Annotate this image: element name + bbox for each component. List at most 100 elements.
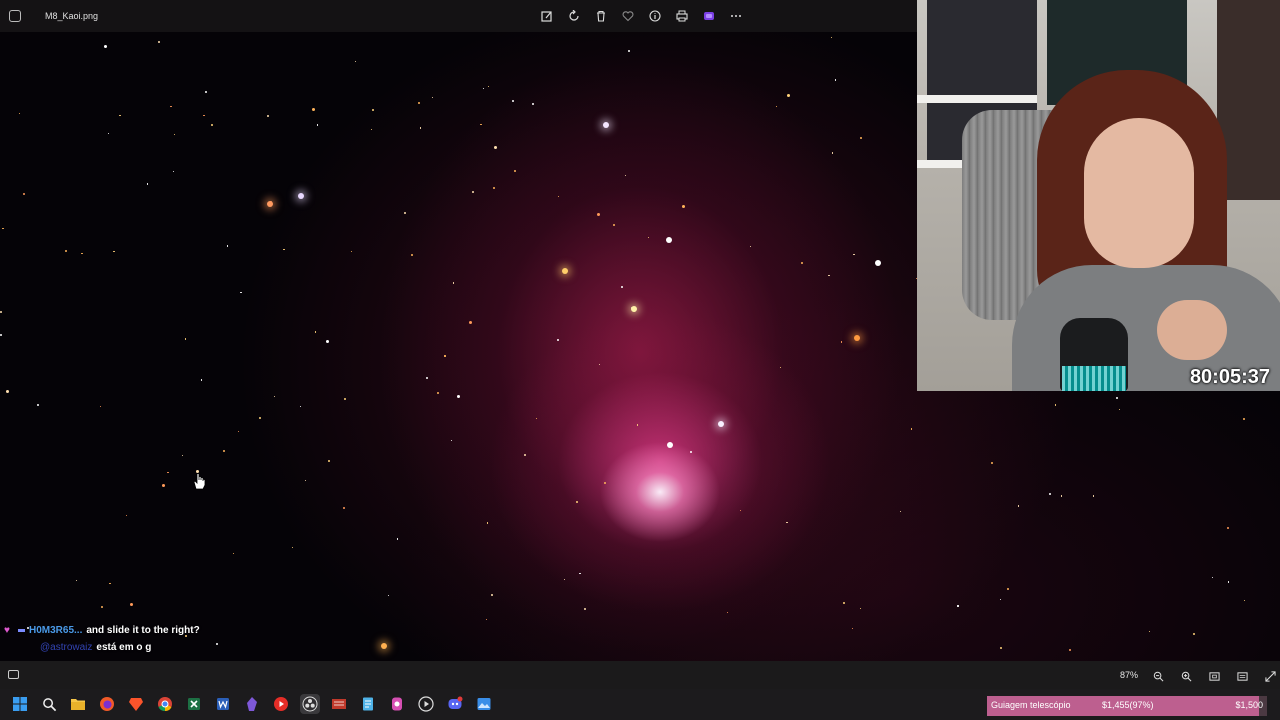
star: [317, 124, 319, 126]
star: [1192, 633, 1195, 636]
star: [828, 274, 830, 276]
star: [450, 440, 452, 442]
pen-app-icon[interactable]: [387, 694, 407, 714]
file-explorer-icon[interactable]: [68, 694, 88, 714]
streamer-hand: [1157, 300, 1227, 360]
excel-icon[interactable]: [184, 694, 204, 714]
star: [624, 174, 627, 176]
star: [786, 521, 788, 524]
star: [211, 124, 214, 127]
star: [532, 103, 535, 106]
star: [636, 424, 638, 426]
star: [859, 608, 861, 610]
star: [583, 607, 586, 610]
star: [536, 417, 538, 420]
star: [990, 461, 993, 464]
star: [267, 115, 270, 118]
star: [343, 507, 346, 510]
star: [800, 261, 803, 264]
star: [101, 606, 104, 609]
star: [431, 96, 434, 99]
obsidian-icon[interactable]: [242, 694, 262, 714]
chat-text: and slide it to the right?: [86, 625, 200, 636]
star: [1118, 408, 1121, 411]
star: [487, 85, 490, 88]
star: [492, 186, 495, 189]
star: [222, 449, 225, 452]
bright-star: [666, 237, 672, 243]
bright-star: [381, 643, 387, 649]
star: [514, 170, 517, 173]
fullscreen-icon[interactable]: [1261, 667, 1279, 685]
media-player-icon[interactable]: [416, 694, 436, 714]
goal-target: $1,500: [1235, 700, 1263, 710]
bright-star: [267, 201, 273, 207]
start-icon[interactable]: [10, 694, 30, 714]
star: [1211, 576, 1213, 579]
bright-star: [562, 268, 568, 274]
youtube-icon[interactable]: [271, 694, 291, 714]
star: [780, 367, 782, 369]
rotate-icon[interactable]: [565, 7, 583, 25]
heart-badge-icon: ♥: [4, 625, 10, 636]
print-icon[interactable]: [673, 7, 691, 25]
star: [396, 538, 399, 540]
filmstrip-icon[interactable]: [8, 670, 19, 679]
info-icon[interactable]: [646, 7, 664, 25]
word-icon[interactable]: [213, 694, 233, 714]
clipchamp-icon[interactable]: [700, 7, 718, 25]
star: [23, 192, 26, 195]
star: [840, 341, 843, 343]
star: [556, 339, 559, 342]
star: [557, 195, 560, 197]
streamer-face: [1084, 118, 1194, 268]
edit-image-icon[interactable]: [538, 7, 556, 25]
screen: M8_Kaoi.png ♥ H0M3R65... and slide it to…: [0, 0, 1280, 720]
star: [1068, 648, 1071, 651]
star: [468, 321, 472, 325]
notepad-icon[interactable]: [358, 694, 378, 714]
more-icon[interactable]: [727, 7, 745, 25]
star: [372, 108, 375, 111]
star: [899, 510, 902, 512]
chrome-icon[interactable]: [155, 694, 175, 714]
search-icon[interactable]: [39, 694, 59, 714]
bright-star: [854, 335, 860, 341]
star: [205, 90, 208, 93]
discord-icon[interactable]: [445, 694, 465, 714]
star: [167, 471, 169, 473]
chat-mention: @astrowaiz: [40, 642, 93, 653]
star: [350, 250, 352, 252]
shelf: [917, 95, 1037, 103]
fit-to-window-icon[interactable]: [1205, 667, 1223, 685]
delete-icon[interactable]: [592, 7, 610, 25]
star: [628, 50, 631, 53]
star: [216, 643, 219, 646]
star: [355, 60, 357, 63]
favorite-icon[interactable]: [619, 7, 637, 25]
chat-overlay: ♥ H0M3R65... and slide it to the right? …: [4, 622, 200, 656]
bright-star: [298, 193, 304, 199]
voicemeeter-icon[interactable]: [329, 694, 349, 714]
actual-size-icon[interactable]: [1233, 667, 1251, 685]
photos-icon[interactable]: [474, 694, 494, 714]
star: [1092, 495, 1094, 497]
microphone-light: [1062, 366, 1126, 391]
obs-studio-icon[interactable]: [300, 694, 320, 714]
star: [344, 398, 346, 401]
star: [76, 579, 78, 582]
chat-message: ♥ H0M3R65... and slide it to the right?: [4, 622, 200, 639]
star: [604, 481, 607, 484]
viewer-status-bar: 87%: [0, 661, 1280, 689]
brave-icon[interactable]: [126, 694, 146, 714]
zoom-in-icon[interactable]: [1177, 667, 1195, 685]
star: [494, 146, 497, 150]
star: [490, 593, 493, 596]
zoom-out-icon[interactable]: [1149, 667, 1167, 685]
goal-progress: $1,455(97%): [1102, 700, 1154, 710]
star: [1060, 495, 1063, 497]
firefox-icon[interactable]: [97, 694, 117, 714]
bright-star: [875, 260, 881, 266]
star: [403, 211, 406, 214]
star: [957, 605, 959, 607]
